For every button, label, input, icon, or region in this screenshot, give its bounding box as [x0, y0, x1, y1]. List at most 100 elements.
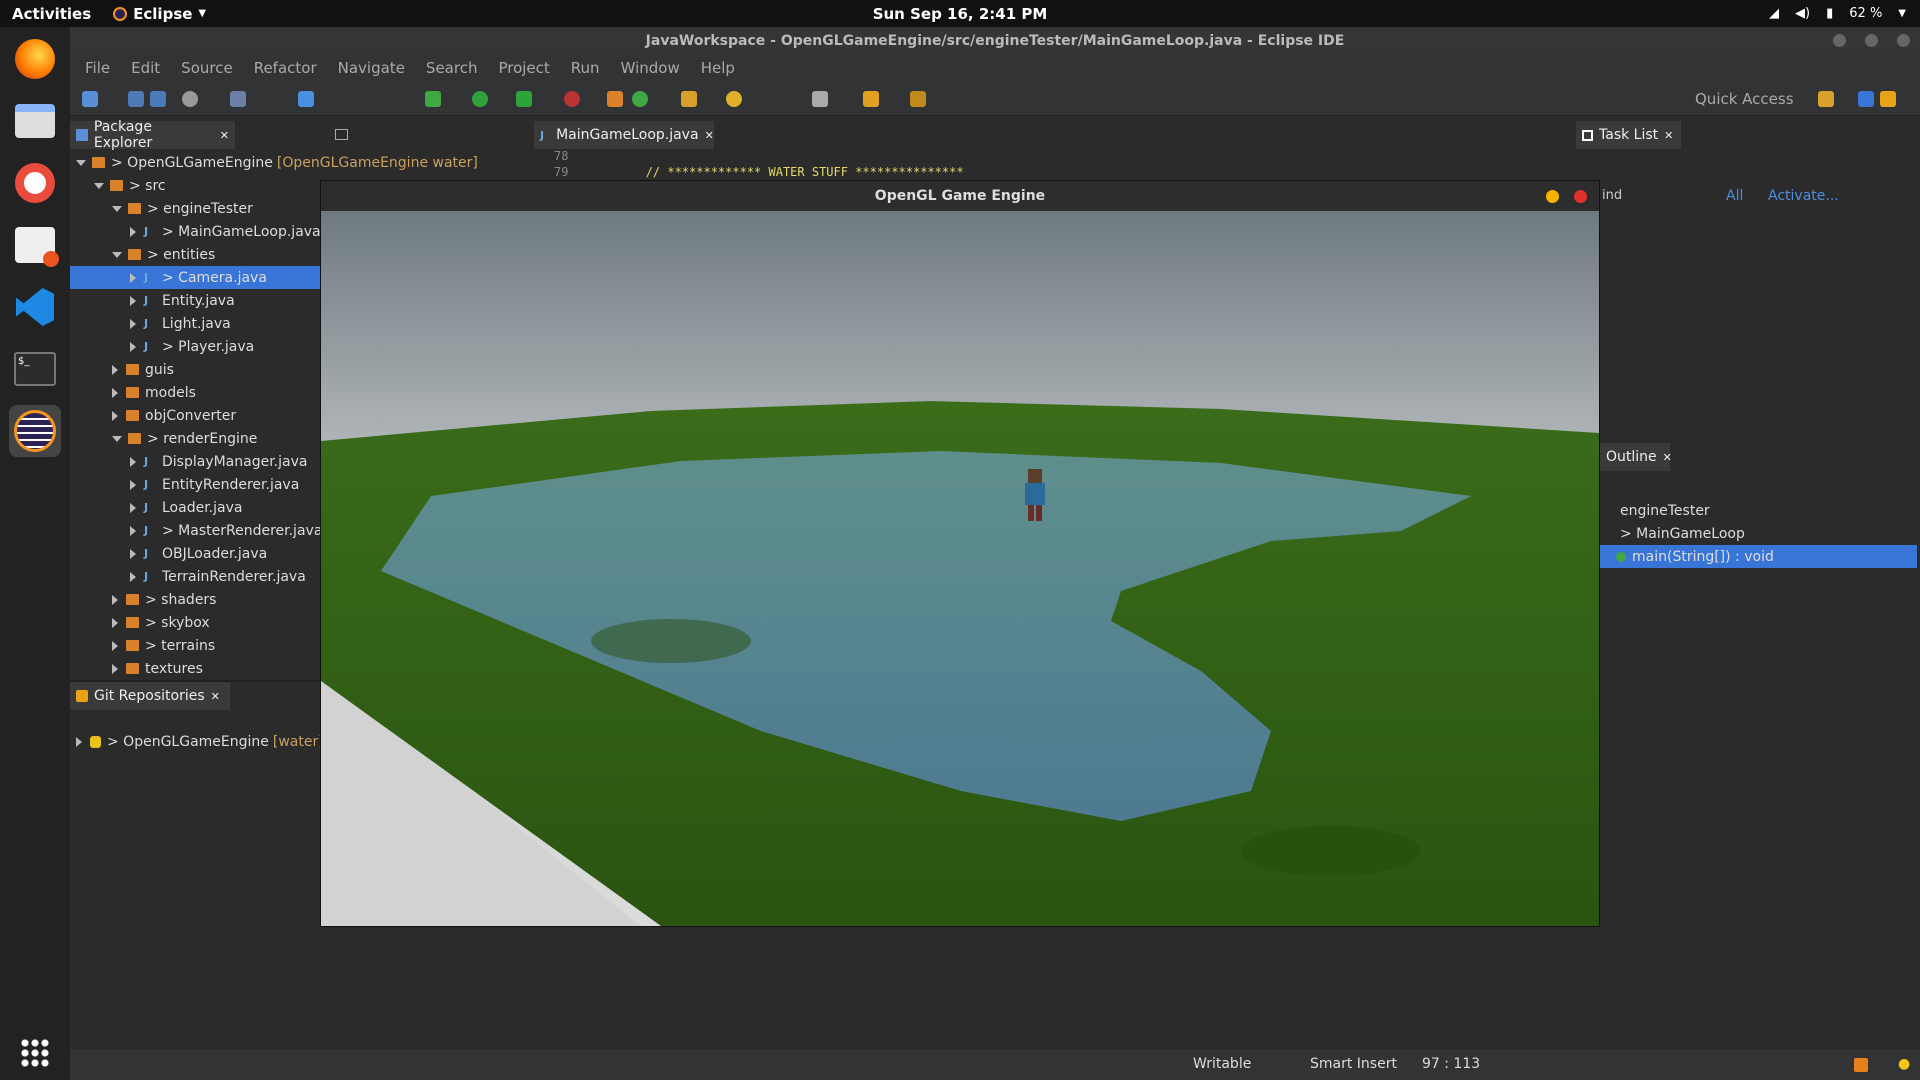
debug-icon[interactable] — [425, 91, 441, 107]
tab-main-game-loop[interactable]: J MainGameLoop.java ✕ — [534, 121, 714, 149]
open-type-icon[interactable] — [681, 91, 697, 107]
activate-link[interactable]: Activate... — [1768, 188, 1839, 204]
expand-icon[interactable] — [112, 205, 122, 212]
expand-icon[interactable] — [130, 341, 136, 352]
save-icon[interactable] — [128, 91, 144, 107]
tree-item[interactable]: J > Player.java — [130, 335, 254, 358]
minimize-button[interactable] — [1833, 34, 1846, 47]
run-icon[interactable] — [472, 91, 488, 107]
tree-item[interactable]: objConverter — [112, 404, 236, 427]
software-center-icon[interactable] — [9, 219, 61, 271]
expand-icon[interactable] — [112, 663, 118, 674]
help-icon[interactable] — [9, 157, 61, 209]
tree-item[interactable]: > renderEngine — [112, 427, 257, 450]
outline-item[interactable]: > MainGameLoop — [1620, 522, 1745, 545]
forward-icon[interactable] — [910, 91, 926, 107]
find-input[interactable]: ind — [1602, 188, 1622, 203]
annotation-icon[interactable] — [812, 91, 828, 107]
menu-file[interactable]: File — [85, 59, 110, 77]
tree-item[interactable]: > engineTester — [112, 197, 253, 220]
expand-icon[interactable] — [130, 525, 136, 536]
clock[interactable]: Sun Sep 16, 2:41 PM — [0, 5, 1920, 23]
tab-outline[interactable]: Outline ✕ — [1600, 443, 1672, 471]
tree-item[interactable]: > skybox — [112, 611, 210, 634]
menu-source[interactable]: Source — [181, 59, 233, 77]
new-class-icon[interactable] — [632, 91, 648, 107]
expand-icon[interactable] — [112, 435, 122, 442]
expand-icon[interactable] — [130, 479, 136, 490]
open-perspective-icon[interactable] — [1818, 91, 1834, 107]
tree-item[interactable]: J TerrainRenderer.java — [130, 565, 306, 588]
expand-icon[interactable] — [76, 736, 82, 747]
menu-edit[interactable]: Edit — [131, 59, 160, 77]
menu-refactor[interactable]: Refactor — [254, 59, 317, 77]
vscode-icon[interactable] — [9, 281, 61, 333]
menu-help[interactable]: Help — [701, 59, 735, 77]
close-icon[interactable]: ✕ — [211, 690, 220, 703]
tip-icon[interactable]: ● — [1898, 1056, 1910, 1072]
tab-package-explorer[interactable]: Package Explorer ✕ — [70, 119, 235, 151]
close-icon[interactable]: ✕ — [705, 129, 714, 142]
tree-item[interactable]: J > MainGameLoop.java — [130, 220, 321, 243]
outline-item-selected[interactable]: main(String[]) : void — [1600, 545, 1917, 568]
collapse-all-icon[interactable] — [335, 129, 348, 140]
game-scene[interactable] — [321, 211, 1599, 926]
close-icon[interactable]: ✕ — [1664, 129, 1673, 142]
menu-project[interactable]: Project — [498, 59, 549, 77]
menu-navigate[interactable]: Navigate — [338, 59, 405, 77]
menu-search[interactable]: Search — [426, 59, 478, 77]
expand-icon[interactable] — [112, 594, 118, 605]
quick-access[interactable]: Quick Access — [1695, 90, 1794, 108]
close-button[interactable] — [1897, 34, 1910, 47]
close-icon[interactable]: ✕ — [220, 129, 229, 142]
tree-project[interactable]: > OpenGLGameEngine [OpenGLGameEngine wat… — [76, 151, 478, 174]
expand-icon[interactable] — [76, 159, 86, 166]
tree-item[interactable]: J Loader.java — [130, 496, 242, 519]
menu-run[interactable]: Run — [571, 59, 600, 77]
skip-breakpoints-icon[interactable] — [230, 91, 246, 107]
tab-git-repositories[interactable]: Git Repositories ✕ — [70, 682, 230, 710]
tree-item[interactable]: textures — [112, 657, 203, 680]
eclipse-dock-icon[interactable] — [9, 405, 61, 457]
tree-item-selected[interactable]: J > Camera.java — [70, 266, 320, 289]
tree-item[interactable]: > entities — [112, 243, 215, 266]
menu-window[interactable]: Window — [621, 59, 680, 77]
close-icon[interactable]: ✕ — [1663, 451, 1672, 464]
tree-item[interactable]: J DisplayManager.java — [130, 450, 307, 473]
profile-icon[interactable] — [182, 91, 198, 107]
git-perspective-icon[interactable] — [1880, 91, 1896, 107]
expand-icon[interactable] — [130, 456, 136, 467]
tree-item[interactable]: > terrains — [112, 634, 215, 657]
app-menu[interactable]: Eclipse ▼ — [113, 5, 206, 23]
terminal-icon[interactable]: $_ — [9, 343, 61, 395]
expand-icon[interactable] — [94, 182, 104, 189]
tree-item[interactable]: J OBJLoader.java — [130, 542, 267, 565]
expand-icon[interactable] — [112, 617, 118, 628]
new-package-icon[interactable] — [607, 91, 623, 107]
expand-icon[interactable] — [112, 640, 118, 651]
game-window[interactable]: OpenGL Game Engine — [320, 180, 1600, 927]
search-icon[interactable] — [726, 91, 742, 107]
files-icon[interactable] — [9, 95, 61, 147]
tree-item[interactable]: J > MasterRenderer.java — [130, 519, 322, 542]
maximize-button[interactable] — [1865, 34, 1878, 47]
tree-item[interactable]: models — [112, 381, 196, 404]
tree-item[interactable]: > shaders — [112, 588, 216, 611]
outline-item[interactable]: engineTester — [1620, 499, 1710, 522]
save-all-icon[interactable] — [150, 91, 166, 107]
expand-icon[interactable] — [112, 251, 122, 258]
minimize-button[interactable] — [1546, 190, 1559, 203]
git-repo-item[interactable]: > OpenGLGameEngine [water] - — [76, 730, 333, 753]
tree-item[interactable]: J Entity.java — [130, 289, 235, 312]
expand-icon[interactable] — [112, 410, 118, 421]
expand-icon[interactable] — [112, 364, 118, 375]
close-button[interactable] — [1574, 190, 1587, 203]
expand-icon[interactable] — [130, 226, 136, 237]
expand-icon[interactable] — [112, 387, 118, 398]
expand-icon[interactable] — [130, 318, 136, 329]
expand-icon[interactable] — [130, 548, 136, 559]
expand-icon[interactable] — [130, 502, 136, 513]
coverage-icon[interactable] — [516, 91, 532, 107]
tree-item[interactable]: > src — [94, 174, 166, 197]
app-grid-icon[interactable] — [9, 1027, 61, 1079]
